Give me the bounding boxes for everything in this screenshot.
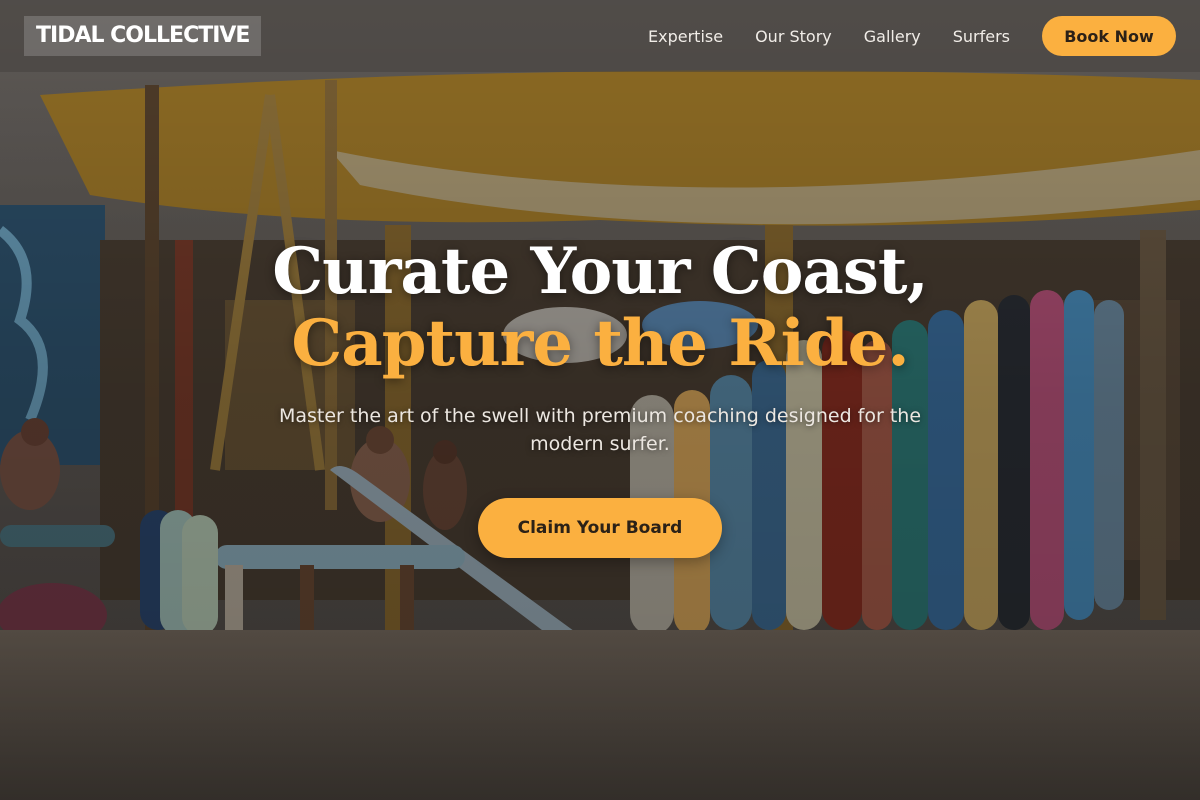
nav-link-surfers[interactable]: Surfers [953,27,1010,46]
hero-content: Curate Your Coast, Capture the Ride. Mas… [0,236,1200,558]
hero-subheadline: Master the art of the swell with premium… [278,405,922,455]
hero-section: TIDAL COLLECTIVE Expertise Our Story Gal… [0,0,1200,800]
hero-headline: Curate Your Coast, Capture the Ride. [0,236,1200,380]
top-navigation-bar: TIDAL COLLECTIVE Expertise Our Story Gal… [0,0,1200,72]
nav-link-gallery[interactable]: Gallery [864,27,921,46]
hero-headline-line-1: Curate Your Coast, [272,234,929,309]
nav-link-our-story[interactable]: Our Story [755,27,832,46]
brand-logo[interactable]: TIDAL COLLECTIVE [24,16,262,56]
book-now-button[interactable]: Book Now [1042,16,1176,56]
hero-headline-line-2: Capture the Ride. [291,306,909,381]
claim-your-board-button[interactable]: Claim Your Board [478,498,722,558]
nav-link-expertise[interactable]: Expertise [648,27,723,46]
nav-links: Expertise Our Story Gallery Surfers Book… [648,16,1176,56]
